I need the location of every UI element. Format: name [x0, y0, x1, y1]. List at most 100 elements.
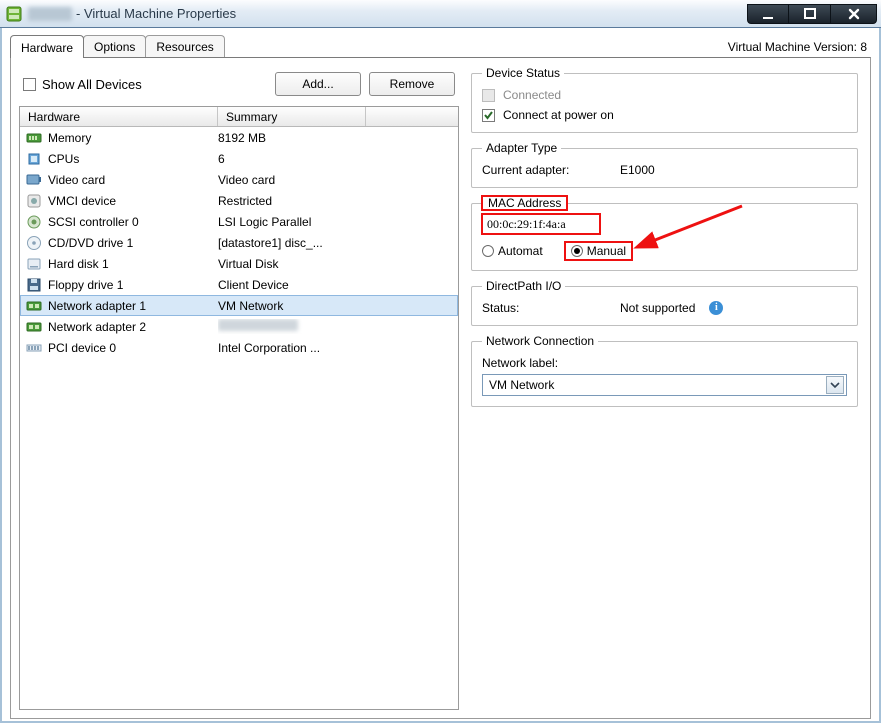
add-button[interactable]: Add... [275, 72, 361, 96]
vmci-icon [26, 193, 42, 209]
nic-icon [26, 298, 42, 314]
adapter-type-legend: Adapter Type [482, 141, 561, 155]
radio-icon [482, 245, 494, 257]
tab-row: HardwareOptionsResources Virtual Machine… [10, 34, 871, 58]
tab-options[interactable]: Options [83, 35, 146, 58]
network-label-text: Network label: [482, 356, 847, 370]
minimize-button[interactable] [747, 4, 789, 24]
mac-manual-radio[interactable]: Manual [565, 242, 632, 260]
hardware-name: CD/DVD drive 1 [48, 236, 133, 250]
hardware-name: CPUs [48, 152, 79, 166]
hardware-name: Video card [48, 173, 105, 187]
hardware-summary: 8192 MB [218, 131, 458, 145]
hardware-summary: LSI Logic Parallel [218, 215, 458, 229]
hdd-icon [26, 256, 42, 272]
power-on-checkbox[interactable] [482, 109, 495, 122]
chevron-down-icon [826, 376, 844, 394]
directpath-status-label: Status: [482, 301, 612, 315]
tab-resources[interactable]: Resources [145, 35, 224, 58]
list-item[interactable]: Network adapter 1 VM Network [20, 295, 458, 316]
hardware-listview[interactable]: Hardware Summary Memory 8192 MB CPUs 6 Video… [19, 106, 459, 710]
directpath-group: DirectPath I/O Status: Not supported i [471, 279, 858, 326]
mac-auto-label: Automat [498, 244, 543, 258]
list-item[interactable]: VMCI device Restricted [20, 190, 458, 211]
close-button[interactable] [831, 4, 877, 24]
device-status-group: Device Status Connected Connect at power… [471, 66, 858, 133]
list-item[interactable]: CPUs 6 [20, 148, 458, 169]
power-on-label: Connect at power on [503, 108, 614, 122]
hardware-name: Hard disk 1 [48, 257, 109, 271]
network-connection-legend: Network Connection [482, 334, 598, 348]
device-status-legend: Device Status [482, 66, 564, 80]
hardware-summary: Intel Corporation ... [218, 341, 458, 355]
titlebar: - Virtual Machine Properties [0, 0, 881, 28]
pci-icon [26, 340, 42, 356]
list-item[interactable]: CD/DVD drive 1 [datastore1] disc_... [20, 232, 458, 253]
hardware-name: Network adapter 1 [48, 299, 146, 313]
connected-label: Connected [503, 88, 561, 102]
list-item[interactable]: Floppy drive 1Client Device [20, 274, 458, 295]
list-item[interactable]: Hard disk 1 Virtual Disk [20, 253, 458, 274]
current-adapter-label: Current adapter: [482, 163, 612, 177]
network-label-value: VM Network [489, 378, 554, 392]
mac-address-group: MAC Address Automat Manual [471, 196, 858, 271]
vm-version-label: Virtual Machine Version: 8 [728, 34, 871, 54]
video-icon [26, 172, 42, 188]
mac-address-input[interactable] [482, 214, 600, 234]
window-controls [747, 4, 877, 24]
nic-icon [26, 319, 42, 335]
hardware-name: SCSI controller 0 [48, 215, 139, 229]
scsi-icon [26, 214, 42, 230]
network-label-select[interactable]: VM Network [482, 374, 847, 396]
hardware-name: Memory [48, 131, 91, 145]
hardware-name: PCI device 0 [48, 341, 116, 355]
list-item[interactable]: Memory 8192 MB [20, 127, 458, 148]
hardware-summary: Restricted [218, 194, 458, 208]
cpu-icon [26, 151, 42, 167]
window-title-suffix: - Virtual Machine Properties [76, 6, 236, 21]
checkbox-icon [23, 78, 36, 91]
list-item[interactable]: Video card Video card [20, 169, 458, 190]
col-header-hardware[interactable]: Hardware [20, 107, 218, 126]
list-item[interactable]: PCI device 0 Intel Corporation ... [20, 337, 458, 358]
show-all-devices-label: Show All Devices [42, 77, 142, 92]
right-column: Device Status Connected Connect at power… [471, 66, 862, 710]
vsphere-icon [6, 6, 22, 22]
remove-button[interactable]: Remove [369, 72, 455, 96]
mac-address-legend: MAC Address [482, 196, 567, 210]
info-icon[interactable]: i [709, 301, 723, 315]
radio-icon [571, 245, 583, 257]
directpath-status-value: Not supported [620, 301, 695, 315]
hardware-summary [218, 319, 458, 334]
hardware-summary: Virtual Disk [218, 257, 458, 271]
list-item[interactable]: Network adapter 2 [20, 316, 458, 337]
network-connection-group: Network Connection Network label: VM Net… [471, 334, 858, 407]
redacted-name [28, 7, 72, 21]
left-column: Show All Devices Add... Remove Hardware … [19, 66, 459, 710]
hardware-name: VMCI device [48, 194, 116, 208]
current-adapter-value: E1000 [620, 163, 655, 177]
window-title: - Virtual Machine Properties [28, 6, 747, 21]
connected-checkbox [482, 89, 495, 102]
col-header-blank [366, 107, 458, 126]
tab-hardware[interactable]: Hardware [10, 35, 84, 58]
hardware-summary: VM Network [218, 299, 457, 313]
hardware-summary: [datastore1] disc_... [218, 236, 458, 250]
floppy-icon [26, 277, 42, 293]
col-header-summary[interactable]: Summary [218, 107, 366, 126]
dialog-body: HardwareOptionsResources Virtual Machine… [2, 28, 879, 721]
left-toolbar: Show All Devices Add... Remove [19, 66, 459, 106]
tab-strip: HardwareOptionsResources [10, 35, 224, 58]
mac-manual-label: Manual [587, 244, 626, 258]
memory-icon [26, 130, 42, 146]
show-all-devices-checkbox[interactable]: Show All Devices [23, 77, 142, 92]
directpath-legend: DirectPath I/O [482, 279, 565, 293]
cd-icon [26, 235, 42, 251]
hardware-summary: 6 [218, 152, 458, 166]
hardware-panel: Show All Devices Add... Remove Hardware … [10, 57, 871, 719]
listview-body: Memory 8192 MB CPUs 6 Video card Video card VM… [20, 127, 458, 709]
hardware-summary: Video card [218, 173, 458, 187]
list-item[interactable]: SCSI controller 0 LSI Logic Parallel [20, 211, 458, 232]
maximize-button[interactable] [789, 4, 831, 24]
mac-auto-radio[interactable]: Automat [482, 244, 543, 258]
